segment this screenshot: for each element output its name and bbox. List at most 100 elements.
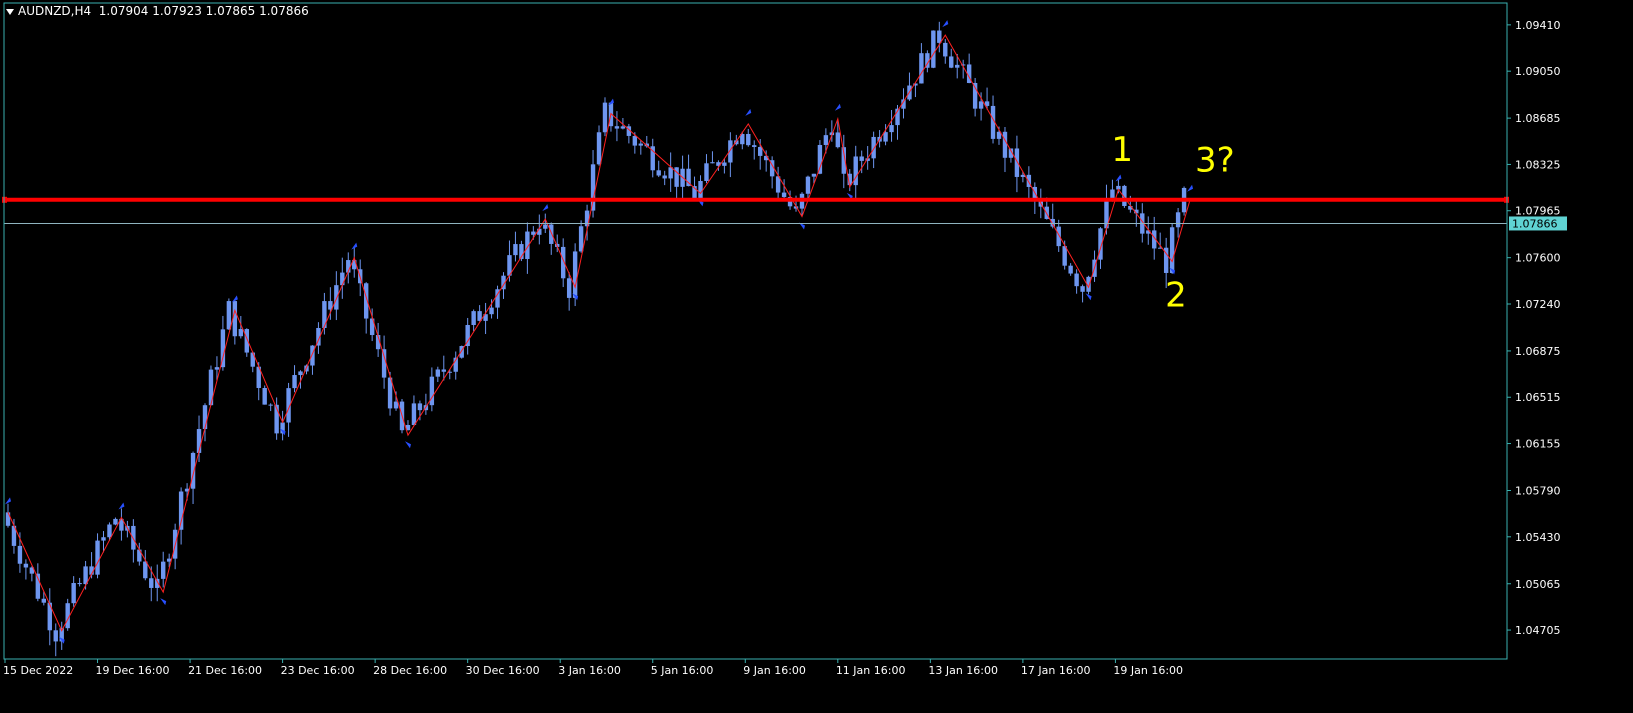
candle-body [978, 101, 984, 109]
y-tick-label: 1.09410 [1515, 19, 1561, 32]
candle-body [949, 56, 954, 68]
candle-body [668, 167, 673, 179]
y-tick-label: 1.06875 [1515, 345, 1561, 358]
candle-body [752, 145, 757, 147]
candle-body [578, 226, 584, 252]
candle-body [214, 367, 220, 370]
x-tick-label: 21 Dec 16:00 [188, 664, 262, 677]
y-tick-label: 1.05430 [1515, 531, 1561, 544]
candle-body [71, 583, 76, 604]
candle-body [811, 173, 817, 177]
x-tick-label: 15 Dec 2022 [3, 664, 73, 677]
candle-body [1014, 148, 1020, 177]
x-tick-label: 30 Dec 16:00 [466, 664, 540, 677]
y-tick-label: 1.08325 [1515, 158, 1561, 171]
candle-body [1062, 246, 1067, 266]
y-tick-label: 1.07240 [1515, 298, 1561, 311]
candle-body [5, 512, 11, 526]
candle-body [190, 452, 196, 489]
candle-body [113, 518, 118, 525]
candle-body [596, 132, 602, 165]
candle-body [250, 352, 255, 367]
candle [65, 598, 70, 631]
candle-body [77, 583, 82, 585]
candle-body [131, 525, 136, 550]
candle-body [602, 102, 608, 133]
candle-body [143, 561, 148, 579]
candle-body [513, 244, 518, 256]
candle-body [1050, 218, 1055, 227]
y-tick-label: 1.07600 [1515, 252, 1561, 265]
x-tick-label: 5 Jan 16:00 [651, 664, 714, 677]
wave-annotation: 3? [1195, 141, 1235, 181]
candle-body [101, 537, 106, 541]
candle-body [41, 598, 47, 603]
candle-body [417, 403, 423, 411]
candle-body [889, 125, 894, 133]
candle-body [656, 170, 661, 176]
candle-body [620, 126, 626, 129]
candle-body [226, 301, 232, 330]
candle-body [943, 42, 948, 57]
candle-body [471, 311, 476, 326]
candle-body [704, 163, 709, 181]
candle-body [566, 278, 572, 298]
candle-body [590, 164, 596, 211]
y-tick-label: 1.04705 [1515, 624, 1561, 637]
candle-body [411, 403, 417, 426]
candle-body [549, 224, 554, 244]
candle-body [107, 524, 112, 538]
dropdown-triangle-icon[interactable] [6, 8, 14, 15]
candle-body [817, 144, 823, 174]
candle-body [722, 162, 727, 166]
y-tick-label: 1.06155 [1515, 438, 1561, 451]
candle-body [441, 369, 446, 372]
candle-body [334, 285, 339, 310]
y-tick-label: 1.06515 [1515, 391, 1561, 404]
candle-body [292, 375, 297, 389]
candle-body [489, 307, 494, 315]
candle [226, 298, 232, 330]
candle [1122, 184, 1127, 208]
candle-body [859, 156, 864, 161]
x-tick-label: 17 Jan 16:00 [1021, 664, 1091, 677]
candle-body [53, 630, 58, 642]
candle-body [883, 132, 888, 142]
x-tick-label: 11 Jan 16:00 [836, 664, 906, 677]
candle-body [781, 192, 787, 198]
candle-body [95, 540, 100, 575]
candle-body [871, 136, 876, 159]
candle-body [937, 30, 942, 43]
wave-annotation: 1 [1111, 130, 1133, 170]
x-tick-label: 3 Jan 16:00 [558, 664, 621, 677]
candle-body [572, 251, 578, 298]
candle-body [1056, 226, 1061, 247]
candle-body [543, 224, 548, 229]
y-tick-label: 1.09050 [1515, 65, 1561, 78]
candle-body [393, 401, 399, 409]
y-tick-label: 1.07965 [1515, 205, 1561, 218]
chart-header: AUDNZD,H4 1.07904 1.07923 1.07865 1.0786… [6, 4, 309, 18]
chart-background [0, 0, 1633, 709]
candle-body [268, 404, 273, 406]
x-tick-label: 28 Dec 16:00 [373, 664, 447, 677]
candle-body [1068, 265, 1073, 274]
x-tick-label: 19 Jan 16:00 [1113, 664, 1183, 677]
x-tick-label: 19 Dec 16:00 [96, 664, 170, 677]
candle-body [238, 329, 244, 337]
candle-body [931, 30, 936, 68]
candle-body [758, 146, 763, 156]
candle-body [835, 132, 841, 148]
candle-body [746, 133, 751, 146]
candle-body [614, 126, 620, 129]
symbol-label: AUDNZD,H4 [18, 4, 92, 18]
candle-body [262, 387, 267, 405]
candle-body [23, 563, 29, 568]
candle-body [919, 53, 924, 84]
candle-body [202, 405, 208, 430]
candle-body [298, 371, 303, 376]
candle-body [435, 369, 441, 377]
price-chart[interactable]: 1.09410 1.09050 1.08685 1.08325 1.07965 1.076… [0, 0, 1633, 709]
candle-body [1175, 212, 1181, 228]
candle-body [955, 64, 960, 68]
